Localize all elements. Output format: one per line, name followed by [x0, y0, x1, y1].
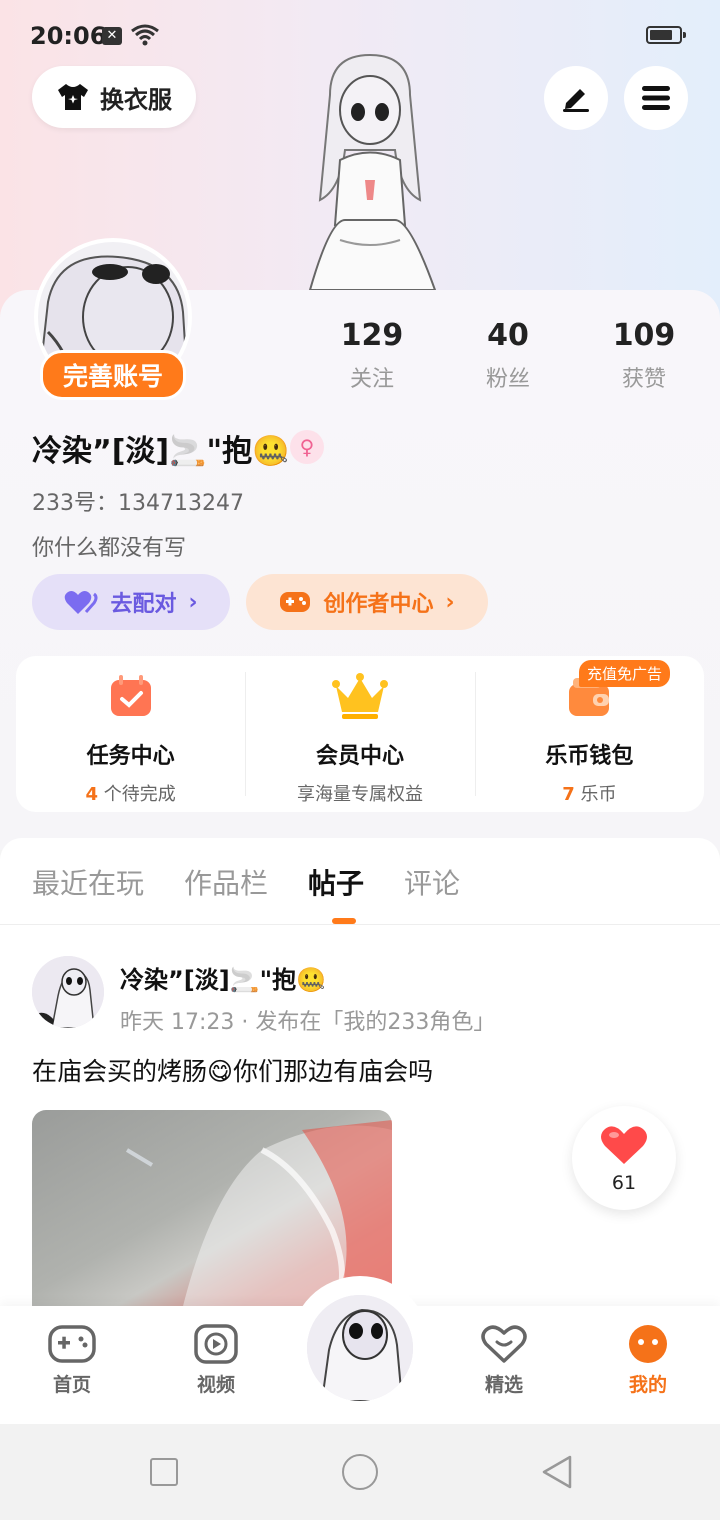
wifi-icon [131, 24, 159, 46]
coin-wallet[interactable]: 充值免广告 乐币钱包 7 乐币 [474, 656, 704, 812]
nav-mine-label: 我的 [628, 1374, 667, 1396]
tab-posts[interactable]: 帖子 [308, 862, 364, 902]
nav-featured[interactable]: 精选 [454, 1324, 554, 1397]
calendar-check-icon [110, 675, 151, 716]
nav-home[interactable]: 首页 [22, 1324, 122, 1397]
creator-center-button[interactable]: 创作者中心 › [246, 574, 488, 630]
stat-likes[interactable]: 109 获赞 [584, 318, 704, 393]
gamepad-icon [48, 1325, 96, 1363]
shirt-icon [58, 84, 88, 110]
like-count: 61 [611, 1172, 637, 1194]
home-button[interactable] [342, 1454, 378, 1490]
stat-likes-label: 获赞 [621, 367, 666, 392]
go-match-button[interactable]: 去配对 › [32, 574, 230, 630]
tab-comments[interactable]: 评论 [404, 862, 460, 902]
divider [0, 924, 720, 925]
like-button[interactable]: 61 [572, 1106, 676, 1210]
complete-account-button[interactable]: 完善账号 [40, 350, 186, 400]
play-icon [194, 1324, 238, 1364]
nav-mine[interactable]: 我的 [598, 1324, 698, 1397]
change-outfit-button[interactable]: 换衣服 [32, 66, 196, 128]
change-outfit-label: 换衣服 [100, 85, 172, 114]
task-center-subtitle: 4 个待完成 [85, 784, 176, 805]
post-author-name[interactable]: 冷染”[淡]🚬"抱🤐 [120, 960, 326, 995]
edit-profile-button[interactable] [544, 66, 608, 130]
heart-outline-icon [481, 1325, 527, 1363]
avatar-image [32, 956, 104, 1028]
battery-icon [646, 26, 686, 44]
hamburger-menu-icon [642, 86, 670, 110]
creator-center-label: 创作者中心 [323, 592, 434, 617]
back-button-icon[interactable] [540, 1454, 574, 1490]
avatar-image [307, 1295, 413, 1401]
pen-icon [563, 89, 589, 112]
user-bio: 你什么都没有写 [32, 536, 187, 561]
coin-wallet-title: 乐币钱包 [545, 744, 634, 769]
coin-wallet-subtitle: 7 乐币 [562, 784, 617, 805]
status-time: 20:06 [30, 22, 107, 50]
tab-works[interactable]: 作品栏 [184, 862, 268, 902]
nav-home-label: 首页 [52, 1374, 91, 1396]
chevron-right-icon: › [188, 589, 198, 615]
notification-icon: ✕ [102, 27, 122, 45]
vip-center-title: 会员中心 [315, 744, 404, 769]
crown-icon [331, 673, 388, 719]
user-id: 233号：134713247 [32, 491, 244, 516]
nav-featured-label: 精选 [484, 1374, 523, 1396]
vip-center[interactable]: 会员中心 享海量专属权益 [245, 656, 474, 812]
recent-apps-button[interactable] [150, 1458, 178, 1486]
heart-icon [601, 1126, 647, 1164]
female-gender-icon: ♀ [290, 430, 324, 464]
vip-center-subtitle: 享海量专属权益 [296, 784, 423, 805]
post-meta: 昨天 17:23 · 发布在「我的233角色」 [120, 1010, 496, 1035]
go-match-label: 去配对 [110, 592, 177, 617]
hearts-icon [65, 591, 98, 614]
stat-following-label: 关注 [349, 367, 394, 392]
task-center[interactable]: 任务中心 4 个待完成 [16, 656, 245, 812]
post-author-avatar[interactable] [32, 956, 104, 1028]
menu-button[interactable] [624, 66, 688, 130]
stat-following-value: 129 [340, 318, 404, 353]
stat-fans[interactable]: 40 粉丝 [448, 318, 568, 393]
stat-fans-value: 40 [487, 318, 529, 353]
tab-recently-played[interactable]: 最近在玩 [32, 862, 144, 902]
stat-fans-label: 粉丝 [485, 367, 530, 392]
username: 冷染”[淡]🚬"抱🤐 [32, 434, 290, 469]
stat-following[interactable]: 129 关注 [312, 318, 432, 393]
feature-shortcuts: 任务中心 4 个待完成 会员中心 享海量专属权益 充值免广告 乐币钱包 7 乐币 [16, 656, 704, 812]
task-center-title: 任务中心 [86, 744, 175, 769]
nav-video-label: 视频 [196, 1374, 235, 1396]
chevron-right-icon: › [445, 589, 455, 615]
nav-video[interactable]: 视频 [166, 1324, 266, 1397]
face-icon [629, 1325, 667, 1363]
avatar-character-figure [308, 53, 437, 290]
profile-tabs: 最近在玩 作品栏 帖子 评论 [32, 862, 460, 902]
post-text: 在庙会买的烤肠😋你们那边有庙会吗 [32, 1057, 434, 1086]
stat-likes-value: 109 [612, 318, 676, 353]
ad-free-badge: 充值免广告 [578, 660, 670, 687]
nav-avatar-center[interactable] [304, 1292, 416, 1404]
gamepad-icon [280, 592, 311, 612]
